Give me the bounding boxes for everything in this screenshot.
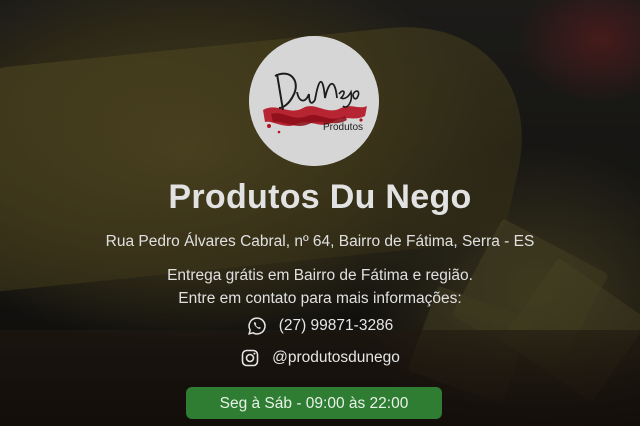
store-address: Rua Pedro Álvares Cabral, nº 64, Bairro … xyxy=(105,233,535,250)
delivery-info: Entrega grátis em Bairro de Fátima e reg… xyxy=(0,264,640,310)
instagram-link[interactable]: @produtosdunego xyxy=(272,349,400,367)
logo-graphic: Produtos xyxy=(249,36,379,166)
instagram-contact[interactable]: @produtosdunego xyxy=(0,348,640,368)
instagram-icon[interactable] xyxy=(240,348,260,368)
contact-prompt: Entre em contato para mais informações: xyxy=(178,290,462,307)
whatsapp-contact[interactable]: (27) 99871-3286 xyxy=(0,316,640,336)
whatsapp-icon[interactable] xyxy=(247,316,267,336)
delivery-line: Entrega grátis em Bairro de Fátima e reg… xyxy=(167,267,473,284)
store-info: Produtos Produtos Du Nego Rua Pedro Álva… xyxy=(0,0,640,426)
brand-logo: Produtos xyxy=(249,36,379,166)
opening-hours-button[interactable]: Seg à Sáb - 09:00 às 22:00 xyxy=(186,387,442,419)
phone-link[interactable]: (27) 99871-3286 xyxy=(279,317,394,335)
logo-sub-text: Produtos xyxy=(323,122,363,133)
hero-background: Produtos Produtos Du Nego Rua Pedro Álva… xyxy=(0,0,640,426)
page-title: Produtos Du Nego xyxy=(168,178,472,216)
